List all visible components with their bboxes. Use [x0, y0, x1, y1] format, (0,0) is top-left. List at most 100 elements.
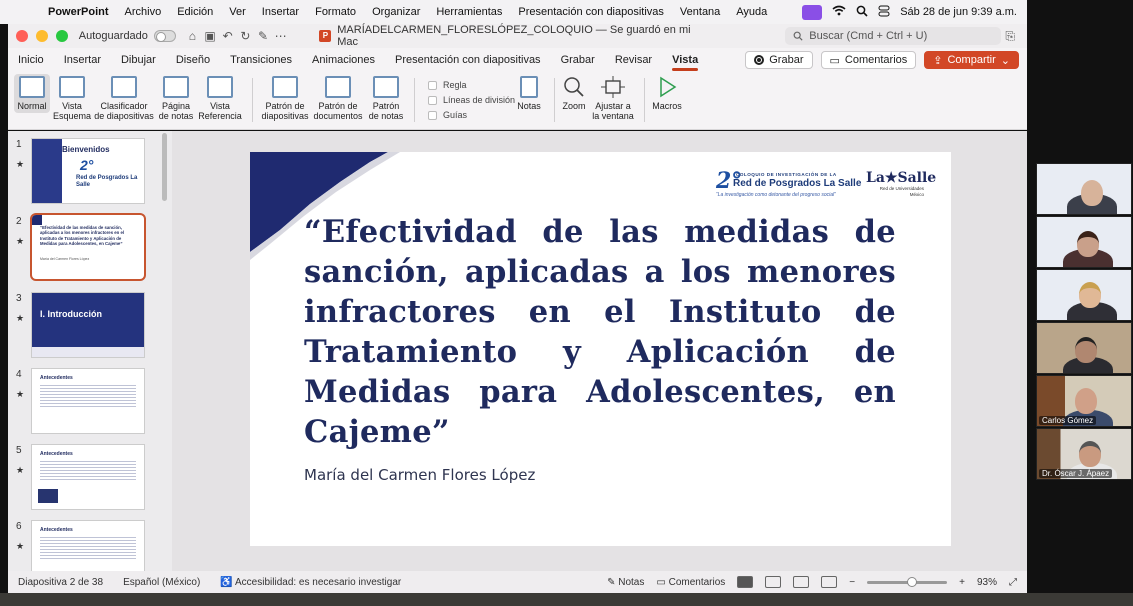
accessibility-status[interactable]: ♿ Accesibilidad: es necesario investigar [210, 577, 411, 588]
guides-checkbox[interactable]: Guías [428, 110, 467, 120]
zoom-slider[interactable] [867, 576, 948, 587]
menu-insertar[interactable]: Insertar [254, 6, 307, 18]
search-box[interactable]: Buscar (Cmd + Ctrl + U) [785, 27, 1002, 45]
macros-label: Macros [652, 101, 682, 111]
slideshow-status-button[interactable] [821, 576, 838, 588]
thumbnail-scrollbar[interactable] [162, 133, 167, 201]
slide-thumbnail-4[interactable]: Antecedentes [32, 369, 144, 433]
zoom-in-button[interactable]: + [959, 577, 965, 588]
current-slide[interactable]: 2° COLOQUIO DE INVESTIGACIÓN DE LA Red d… [250, 152, 951, 546]
outline-view-button[interactable]: Vista Esquema [52, 76, 92, 121]
comment-status-icon: ▭ [656, 576, 669, 588]
zoom-out-button[interactable]: − [849, 577, 855, 588]
participant-video[interactable] [1036, 322, 1132, 374]
fit-to-window-icon [600, 76, 626, 98]
notes-toggle[interactable]: ✎ Notas [607, 577, 644, 588]
slide-thumbnail-2[interactable]: “Efectividad de las medidas de sanción, … [32, 215, 144, 279]
more-icon[interactable]: ⋯ [272, 29, 290, 43]
slide-thumbnail-3[interactable]: I. Introducción [32, 293, 144, 357]
wifi-icon[interactable] [832, 5, 846, 19]
menu-formato[interactable]: Formato [307, 6, 364, 18]
zoom-window-button[interactable] [56, 30, 68, 42]
participant-video[interactable] [1036, 163, 1132, 215]
share-link-icon[interactable]: ⎘ [1001, 29, 1019, 44]
thumb-title: Bienvenidos [62, 145, 110, 154]
tab-insertar[interactable]: Insertar [54, 48, 111, 72]
comments-toggle[interactable]: ▭ Comentarios [656, 577, 725, 588]
menu-presentacion[interactable]: Presentación con diapositivas [510, 6, 672, 18]
menu-edicion[interactable]: Edición [169, 6, 221, 18]
slide-author[interactable]: María del Carmen Flores López [304, 466, 535, 484]
record-button[interactable]: Grabar [745, 51, 813, 69]
handout-master-button[interactable]: Patrón de documentos [312, 76, 364, 121]
menubar-datetime[interactable]: Sáb 28 de jun 9:39 a.m. [900, 6, 1017, 18]
minimize-window-button[interactable] [36, 30, 48, 42]
undo-icon[interactable]: ↶ [219, 29, 237, 43]
tab-dibujar[interactable]: Dibujar [111, 48, 166, 72]
tab-diseno[interactable]: Diseño [166, 48, 220, 72]
tab-presentacion[interactable]: Presentación con diapositivas [385, 48, 551, 72]
thumb-title: “Efectividad de las medidas de sanción, … [40, 225, 125, 247]
slide-thumbnail-6[interactable]: Antecedentes [32, 521, 144, 571]
gridlines-checkbox[interactable]: Líneas de división [428, 95, 515, 105]
control-center-icon[interactable] [878, 5, 890, 20]
normal-view-button[interactable]: Normal [14, 74, 50, 113]
notes-master-button[interactable]: Patrón de notas [366, 76, 406, 121]
redo-icon[interactable]: ↻ [237, 29, 255, 43]
notes-button[interactable]: Notas [516, 76, 542, 111]
notes-page-button[interactable]: Página de notas [156, 76, 196, 121]
menu-ver[interactable]: Ver [221, 6, 254, 18]
participant-video[interactable] [1036, 216, 1132, 268]
autosave-toggle[interactable] [153, 30, 176, 42]
menu-app-name[interactable]: PowerPoint [40, 6, 117, 18]
menu-ventana[interactable]: Ventana [672, 6, 728, 18]
slide-sorter-button[interactable]: Clasificador de diapositivas [94, 76, 154, 121]
tab-revisar[interactable]: Revisar [605, 48, 662, 72]
ruler-checkbox[interactable]: Regla [428, 80, 467, 90]
participant-video[interactable]: Carlos Gómez [1036, 375, 1132, 427]
slide-title[interactable]: “Efectividad de las medidas de sanción, … [304, 212, 896, 452]
window-title-bar: Autoguardado ⌂ ▣ ↶ ↻ ✎ ⋯ P MARÍADELCARME… [8, 24, 1027, 48]
slide-thumbnail-1[interactable]: Bienvenidos 2° Red de Posgrados La Salle [32, 139, 144, 203]
zoom-button[interactable]: Zoom [560, 76, 588, 111]
tab-vista[interactable]: Vista [662, 48, 708, 72]
reading-view-status-button[interactable] [793, 576, 810, 588]
comments-button[interactable]: ▭ Comentarios [820, 51, 917, 69]
thumb-number: 2 [16, 216, 22, 227]
tab-inicio[interactable]: Inicio [8, 48, 54, 72]
menu-ayuda[interactable]: Ayuda [728, 6, 775, 18]
macros-button[interactable]: Macros [650, 76, 684, 111]
menu-herramientas[interactable]: Herramientas [428, 6, 510, 18]
menu-organizar[interactable]: Organizar [364, 6, 428, 18]
home-icon[interactable]: ⌂ [184, 29, 202, 43]
reading-view-button[interactable]: Vista Referencia [198, 76, 242, 121]
tab-grabar[interactable]: Grabar [551, 48, 605, 72]
document-title[interactable]: P MARÍADELCARMEN_FLORESLÓPEZ_COLOQUIO — … [319, 24, 707, 48]
zoom-slider-knob[interactable] [907, 576, 918, 587]
fit-slide-icon[interactable]: ⤢ [1009, 577, 1017, 588]
language-indicator[interactable]: Español (México) [113, 577, 210, 588]
fit-to-window-button[interactable]: Ajustar a la ventana [590, 76, 636, 121]
participant-video[interactable] [1036, 269, 1132, 321]
participant-video[interactable]: Dr. Óscar J. Ápaez [1036, 428, 1132, 480]
close-window-button[interactable] [16, 30, 28, 42]
slide-master-button[interactable]: Patrón de diapositivas [260, 76, 310, 121]
search-icon[interactable] [856, 5, 868, 20]
normal-view-status-button[interactable] [737, 576, 754, 588]
star-icon: ★ [16, 159, 25, 169]
notes-icon [520, 76, 538, 98]
sorter-view-status-button[interactable] [765, 576, 782, 588]
outline-view-label-2: Esquema [52, 111, 92, 121]
screen-share-icon[interactable] [802, 4, 823, 20]
thumb-logo-text: Red de Posgrados La Salle [76, 175, 138, 188]
slide-thumbnail-5[interactable]: Antecedentes [32, 445, 144, 509]
tab-animaciones[interactable]: Animaciones [302, 48, 385, 72]
outline-view-label-1: Vista [62, 101, 82, 111]
zoom-percentage[interactable]: 93% [977, 577, 997, 588]
ribbon-divider [414, 78, 415, 122]
save-icon[interactable]: ▣ [201, 29, 219, 43]
edit-icon[interactable]: ✎ [254, 29, 272, 43]
menu-archivo[interactable]: Archivo [117, 6, 170, 18]
share-button[interactable]: ⇪ Compartir ⌄ [924, 51, 1019, 69]
tab-transiciones[interactable]: Transiciones [220, 48, 302, 72]
